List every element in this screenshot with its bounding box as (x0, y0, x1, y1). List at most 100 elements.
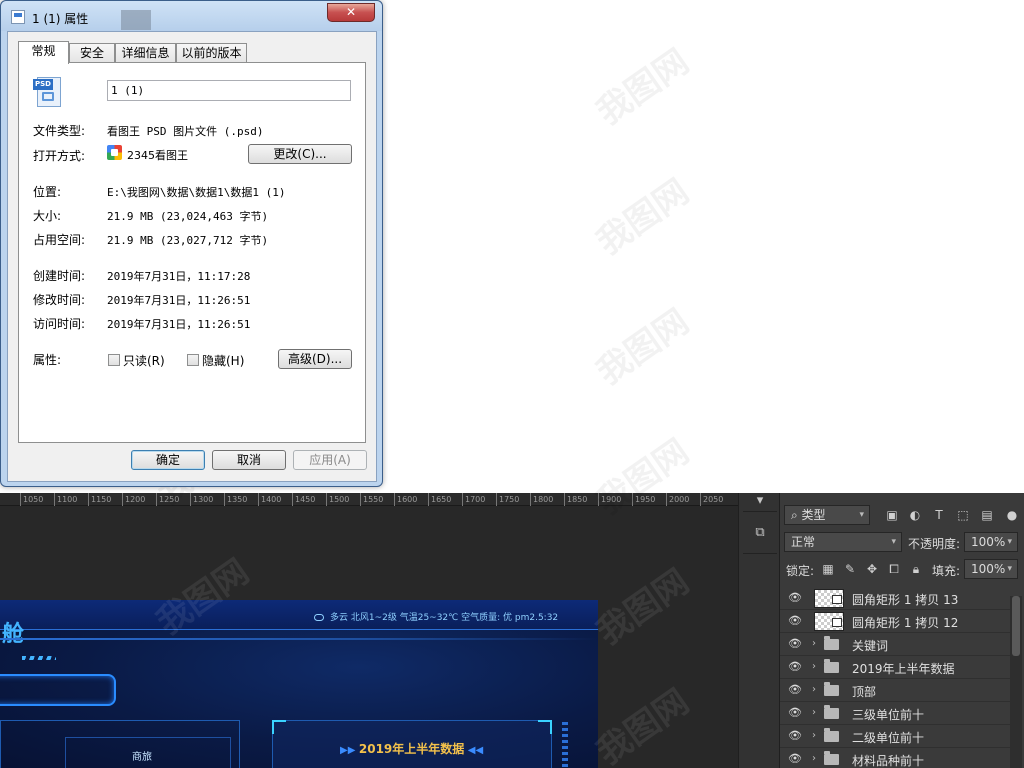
visibility-eye-icon[interactable]: 👁︎ (788, 752, 802, 766)
ruler-tick-label: 1750 (496, 493, 519, 506)
lock-transparent-icon[interactable]: ▦ (820, 561, 836, 577)
lock-position-icon[interactable]: ✥ (864, 561, 880, 577)
disk-size-label: 占用空间: (33, 233, 86, 247)
tab-security[interactable]: 安全 (69, 43, 115, 63)
properties-icon[interactable]: ⧉ (751, 525, 769, 541)
layer-row[interactable]: 👁︎ › 2019年上半年数据 (780, 656, 1010, 679)
attributes-label: 属性: (33, 353, 62, 367)
ruler-tick-label: 1200 (122, 493, 145, 506)
file-type-label: 文件类型: (33, 124, 86, 138)
layer-row[interactable]: 👁︎ › 顶部 (780, 679, 1010, 702)
modified-label: 修改时间: (33, 293, 86, 307)
lock-artboard-icon[interactable]: ⧠ (886, 561, 902, 577)
blend-mode-select[interactable]: 正常 ▾ (784, 532, 902, 552)
watermark: 我图网 (589, 171, 697, 264)
shape-layer-icon (832, 618, 842, 627)
file-name-input[interactable]: 1 (1) (107, 80, 351, 101)
layer-name: 关键词 (852, 639, 889, 653)
double-arrow-right-icon: ▶▶ (340, 745, 359, 756)
layer-row[interactable]: 👁︎ › 二级单位前十 (780, 725, 1010, 748)
visibility-eye-icon[interactable]: 👁︎ (788, 683, 802, 697)
opacity-input[interactable]: 100% ▾ (964, 532, 1018, 552)
decorative-line (0, 638, 598, 640)
visibility-eye-icon[interactable]: 👁︎ (788, 591, 802, 605)
corner-bracket (538, 720, 552, 734)
accessed-label: 访问时间: (33, 317, 86, 331)
hidden-label[interactable]: 隐藏(H) (202, 352, 244, 369)
lock-label: 锁定: (786, 564, 815, 578)
visibility-eye-icon[interactable]: 👁︎ (788, 637, 802, 651)
dialog-titlebar[interactable]: 1 (1) 属性 ✕ (1, 1, 382, 31)
divider (33, 171, 351, 172)
visibility-eye-icon[interactable]: 👁︎ (788, 706, 802, 720)
folder-icon (824, 751, 839, 765)
brush-settings-icon[interactable]: ▾ (751, 493, 769, 509)
layer-name: 圆角矩形 1 拷贝 12 (852, 616, 959, 630)
shape-filter-icon[interactable]: ⬚ (955, 507, 971, 523)
divider (33, 339, 351, 340)
layer-row[interactable]: 👁︎ › 关键词 (780, 633, 1010, 656)
layer-row[interactable]: 👁︎ › 三级单位前十 (780, 702, 1010, 725)
scrollbar-thumb[interactable] (1012, 596, 1020, 656)
hidden-checkbox[interactable] (187, 354, 199, 366)
screen-root: 1050 1100 1150 1200 1250 1300 1350 1400 1450 1500… (0, 0, 1024, 768)
lock-all-icon[interactable]: 🔒︎ (908, 561, 924, 577)
chevron-right-icon[interactable]: › (812, 752, 816, 766)
lock-paint-icon[interactable]: ✎ (842, 561, 858, 577)
fill-input[interactable]: 100% ▾ (964, 559, 1018, 579)
layer-row[interactable]: 👁︎ › 材料品种前十 (780, 748, 1010, 768)
ok-button[interactable]: 确定 (131, 450, 205, 470)
ruler-tick-label: 1300 (190, 493, 213, 506)
size-value: 21.9 MB (23,024,463 字节) (107, 210, 269, 223)
chevron-right-icon[interactable]: › (812, 683, 816, 697)
fill-label: 填充: (932, 564, 961, 578)
toolbar-separator (743, 511, 777, 512)
type-filter-icon[interactable]: T (931, 507, 947, 523)
disk-size-value: 21.9 MB (23,027,712 字节) (107, 234, 269, 247)
tab-previous-versions[interactable]: 以前的版本 (176, 43, 247, 63)
ruler-tick-label: 1700 (462, 493, 485, 506)
psd-file-icon: PSD (33, 77, 65, 109)
layer-row[interactable]: 👁︎ 圆角矩形 1 拷贝 12 (780, 610, 1010, 633)
layer-filter-select[interactable]: ⌕ 类型 ▾ (784, 505, 870, 525)
layers-panel: ⌕ 类型 ▾ ▣ ◐ T ⬚ ▤ ● 正常 ▾ 不透明度: 100% ▾ 锁定: ▦ … (780, 493, 1024, 768)
visibility-eye-icon[interactable]: 👁︎ (788, 660, 802, 674)
ruler-tick-label: 1850 (564, 493, 587, 506)
visibility-eye-icon[interactable]: 👁︎ (788, 729, 802, 743)
app-icon (107, 145, 122, 160)
ruler-tick-label: 2000 (666, 493, 689, 506)
opacity-label: 不透明度: (908, 537, 961, 551)
document-canvas[interactable]: 多云 北风1~2级 气温25~32℃ 空气质量: 优 pm2.5:32 舱 商旅… (0, 600, 598, 768)
advanced-button[interactable]: 高级(D)... (278, 349, 352, 369)
readonly-label[interactable]: 只读(R) (123, 352, 165, 369)
ruler-tick-label: 1650 (428, 493, 451, 506)
filter-toggle-icon[interactable]: ● (1004, 507, 1020, 523)
close-button[interactable]: ✕ (327, 3, 375, 22)
chevron-right-icon[interactable]: › (812, 660, 816, 674)
adjustment-filter-icon[interactable]: ◐ (907, 507, 923, 523)
chevron-down-icon: ▾ (859, 510, 864, 520)
design-title-fragment: 舱 (2, 622, 25, 647)
tab-details[interactable]: 详细信息 (115, 43, 176, 63)
layer-row[interactable]: 👁︎ 圆角矩形 1 拷贝 13 (780, 587, 1010, 610)
layer-name: 三级单位前十 (852, 708, 925, 722)
ruler-tick-label: 1400 (258, 493, 281, 506)
smart-object-filter-icon[interactable]: ▤ (979, 507, 995, 523)
blurred-region (121, 10, 151, 30)
chevron-right-icon[interactable]: › (812, 637, 816, 651)
change-button[interactable]: 更改(C)... (248, 144, 352, 164)
design-panel-title-text: 2019年上半年数据 (358, 742, 465, 756)
readonly-checkbox[interactable] (108, 354, 120, 366)
image-filter-icon[interactable]: ▣ (884, 507, 900, 523)
visibility-eye-icon[interactable]: 👁︎ (788, 614, 802, 628)
chevron-right-icon[interactable]: › (812, 729, 816, 743)
layers-scrollbar[interactable] (1010, 596, 1022, 768)
apply-button[interactable]: 应用(A) (293, 450, 367, 470)
ruler-tick-label: 1150 (88, 493, 111, 506)
folder-icon (824, 728, 839, 742)
layer-name: 材料品种前十 (852, 754, 925, 768)
cancel-button[interactable]: 取消 (212, 450, 286, 470)
tab-general[interactable]: 常规 (18, 41, 69, 64)
ruler-tick-label: 1600 (394, 493, 417, 506)
chevron-right-icon[interactable]: › (812, 706, 816, 720)
